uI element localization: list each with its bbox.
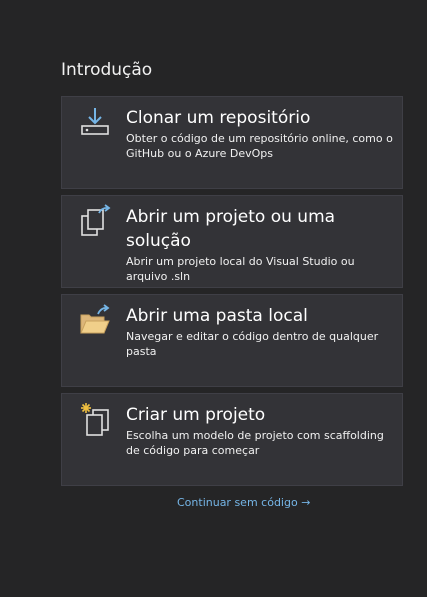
section-title: Introdução xyxy=(61,60,153,80)
card-description: Abrir um projeto local do Visual Studio … xyxy=(126,255,355,283)
card-description: Navegar e editar o código dentro de qual… xyxy=(126,330,379,358)
card-description: Escolha um modelo de projeto com scaffol… xyxy=(126,429,384,457)
get-started-panel: Introdução Clonar um repositório Obter o… xyxy=(0,0,427,597)
open-folder-card[interactable]: Abrir uma pasta local Navegar e editar o… xyxy=(61,294,403,387)
card-description: Obter o código de um repositório online,… xyxy=(126,132,393,160)
new-project-icon xyxy=(78,402,112,436)
clone-repository-icon xyxy=(78,105,112,139)
card-title: Clonar um repositório xyxy=(126,108,311,128)
open-folder-icon xyxy=(78,303,112,337)
new-project-card[interactable]: Criar um projeto Escolha um modelo de pr… xyxy=(61,393,403,486)
continue-without-code-link[interactable]: Continuar sem código → xyxy=(177,496,310,509)
card-title: Criar um projeto xyxy=(126,405,266,425)
clone-repository-card[interactable]: Clonar um repositório Obter o código de … xyxy=(61,96,403,189)
open-project-icon xyxy=(78,204,112,238)
card-title: Abrir uma pasta local xyxy=(126,306,308,326)
open-project-card[interactable]: Abrir um projeto ou uma solução Abrir um… xyxy=(61,195,403,288)
card-title: Abrir um projeto ou uma solução xyxy=(126,207,336,251)
